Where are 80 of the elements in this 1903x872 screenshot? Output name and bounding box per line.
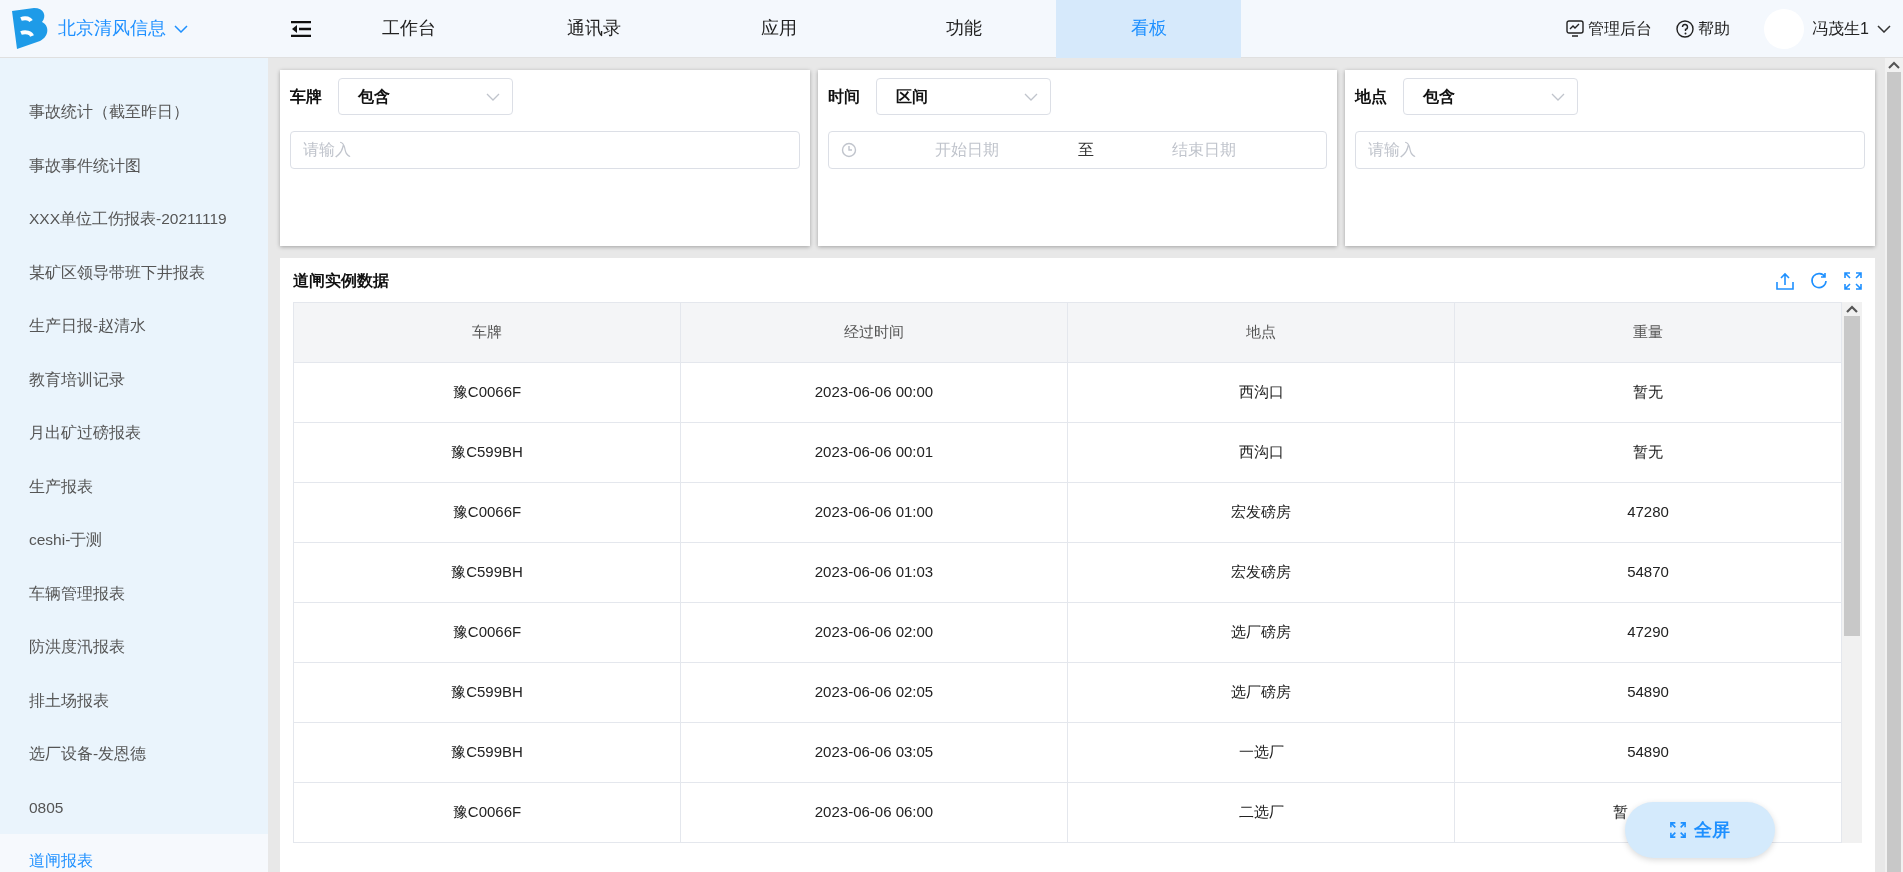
sidebar-item[interactable]: XXX单位工伤报表-20211119 (0, 192, 268, 246)
table-cell: 豫C599BH (293, 722, 681, 783)
header-link[interactable]: 管理后台 (1588, 16, 1653, 41)
sidebar-item[interactable]: 教育培训记录 (0, 352, 268, 406)
nav-tab[interactable]: 应用 (686, 0, 871, 58)
select-field[interactable]: 包含 (338, 78, 513, 115)
table-cell: 豫C599BH (293, 422, 681, 483)
table-cell: 2023-06-06 01:00 (680, 482, 1068, 543)
refresh-icon[interactable] (1810, 272, 1828, 290)
sidebar-item[interactable]: 生产日报-赵清水 (0, 299, 268, 353)
nav-tab[interactable]: 工作台 (316, 0, 501, 58)
sidebar-item[interactable]: 防洪度汛报表 (0, 620, 268, 674)
table-cell: 宏发磅房 (1067, 482, 1455, 543)
table-cell: 西沟口 (1067, 362, 1455, 423)
table-title: 道闸实例数据 (293, 271, 389, 291)
sidebar-item[interactable]: 月出矿过磅报表 (0, 406, 268, 460)
table-cell: 54870 (1454, 542, 1842, 603)
table-cell: 豫C0066F (293, 602, 681, 663)
table-cell: 47280 (1454, 482, 1842, 543)
table-cell: 西沟口 (1067, 422, 1455, 483)
table-cell: 一选厂 (1067, 722, 1455, 783)
table-cell: 2023-06-06 01:03 (680, 542, 1068, 603)
table-cell: 2023-06-06 02:05 (680, 662, 1068, 723)
sidebar-item[interactable]: 生产报表 (0, 459, 268, 513)
header-link[interactable]: 帮助 (1698, 16, 1731, 41)
table-cell: 豫C599BH (293, 542, 681, 603)
column-header: 重量 (1454, 302, 1842, 363)
table-cell: 54890 (1454, 662, 1842, 723)
table-cell: 宏发磅房 (1067, 542, 1455, 603)
sidebar-item[interactable]: 0805 (0, 780, 268, 834)
table-cell: 54890 (1454, 722, 1842, 783)
column-header: 车牌 (293, 302, 681, 363)
column-header: 经过时间 (680, 302, 1068, 363)
table-cell: 选厂磅房 (1067, 662, 1455, 723)
input-field[interactable]: 请输入 (290, 131, 800, 169)
table-cell: 2023-06-06 02:00 (680, 602, 1068, 663)
table-cell: 47290 (1454, 602, 1842, 663)
sidebar-item[interactable]: 排土场报表 (0, 673, 268, 727)
table-cell: 暂无 (1454, 362, 1842, 423)
sidebar-item[interactable]: ceshi-于测 (0, 513, 268, 567)
table-cell: 2023-06-06 06:00 (680, 782, 1068, 843)
table-cell: 豫C599BH (293, 662, 681, 723)
select-field[interactable]: 包含 (1403, 78, 1579, 115)
table-cell: 豫C0066F (293, 482, 681, 543)
input-field[interactable]: 请输入 (1355, 131, 1865, 169)
table-cell: 二选厂 (1067, 782, 1455, 843)
sidebar-item[interactable]: 车辆管理报表 (0, 566, 268, 620)
table-cell: 2023-06-06 00:00 (680, 362, 1068, 423)
table-cell: 豫C0066F (293, 362, 681, 423)
help-icon (1676, 19, 1695, 38)
table-cell: 选厂磅房 (1067, 602, 1455, 663)
table-cell: 2023-06-06 03:05 (680, 722, 1068, 783)
expand-icon (1670, 822, 1686, 838)
column-header: 地点 (1067, 302, 1455, 363)
scrollbar-thumb[interactable] (1887, 72, 1901, 872)
upload-icon[interactable] (1776, 272, 1794, 290)
caret-icon (1551, 92, 1566, 101)
select-field[interactable]: 区间 (875, 78, 1051, 115)
date-range-field[interactable]: 开始日期 至 结束日期 (827, 131, 1328, 169)
sidebar-item[interactable]: 某矿区领导带班下井报表 (0, 245, 268, 299)
sidebar-item[interactable]: 事故事件统计图 (0, 138, 268, 192)
expand-icon[interactable] (1844, 272, 1862, 290)
nav-tab[interactable]: 功能 (871, 0, 1056, 58)
table-cell: 豫C0066F (293, 782, 681, 843)
user-name[interactable]: 冯茂生1 (1812, 16, 1869, 41)
nav-tab[interactable]: 通讯录 (501, 0, 686, 58)
sidebar-item[interactable]: 选厂设备-发恩德 (0, 727, 268, 781)
table-cell: 暂无 (1454, 422, 1842, 483)
caret-icon (1023, 92, 1038, 101)
filter-label: 车牌 (290, 86, 322, 107)
filter-label: 时间 (827, 86, 860, 107)
caret-icon (486, 92, 500, 101)
clock-icon (840, 142, 857, 158)
monitor-chart-icon (1566, 19, 1585, 38)
table-cell: 2023-06-06 00:01 (680, 422, 1068, 483)
scrollbar-thumb[interactable] (1844, 316, 1860, 636)
sidebar-item[interactable]: 事故统计（截至昨日） (0, 85, 268, 139)
chevron-down-icon[interactable] (1877, 24, 1891, 33)
menu-collapse-icon[interactable] (291, 20, 311, 37)
filter-label: 地点 (1355, 86, 1388, 107)
